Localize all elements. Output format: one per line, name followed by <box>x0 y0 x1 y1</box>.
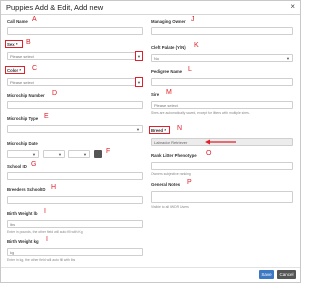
close-icon[interactable]: × <box>290 2 295 11</box>
annotation-h: H <box>51 184 57 191</box>
color-placeholder: Please select <box>10 80 34 85</box>
annotation-n: N <box>177 125 183 132</box>
color-label: Color * <box>7 68 22 73</box>
annotation-o: O <box>206 150 212 157</box>
annotation-l: L <box>188 66 192 73</box>
general-notes-help: Visible to all IWDR Users <box>151 205 189 209</box>
chevron-down-icon: ▼ <box>136 127 140 132</box>
birth-weight-kg-help: Enter in kg, the other field will auto f… <box>7 258 76 262</box>
breeders-school-id-input[interactable] <box>7 196 143 204</box>
chevron-down-icon: ▼ <box>83 152 87 157</box>
birth-weight-lb-label: Birth Weight lb <box>7 211 38 216</box>
dialog-titlebar: Puppies Add & Edit, Add new × <box>1 1 300 15</box>
microchip-number-input[interactable] <box>7 101 143 109</box>
cleft-palate-value: No <box>154 56 160 61</box>
microchip-type-label: Microchip Type <box>7 116 39 121</box>
annotation-e: E <box>44 113 49 120</box>
birth-weight-kg-label: Birth Weight kg <box>7 239 39 244</box>
birth-weight-lb-input[interactable]: lbs <box>7 220 143 228</box>
sex-label: Sex * <box>7 42 18 47</box>
microchip-type-select[interactable]: ▼ <box>7 125 143 133</box>
sex-placeholder: Please select <box>10 54 34 59</box>
sire-label: Sire <box>151 92 160 97</box>
chevron-down-icon[interactable]: ▼ <box>137 80 141 85</box>
cancel-button[interactable]: Cancel <box>277 270 296 279</box>
chevron-down-icon: ▼ <box>32 152 36 157</box>
cleft-palate-select[interactable]: No ▼ <box>151 54 293 62</box>
school-id-input[interactable] <box>7 172 143 180</box>
call-name-input[interactable] <box>7 27 143 35</box>
sex-caret-highlight: ▼ <box>135 51 143 61</box>
pedigree-name-input[interactable] <box>151 78 293 86</box>
annotation-i-kg: I <box>46 236 48 243</box>
dialog-title: Puppies Add & Edit, Add new <box>6 3 104 12</box>
managing-owner-label: Managing Owner <box>151 19 186 24</box>
annotation-j: J <box>191 16 195 23</box>
managing-owner-input[interactable] <box>151 27 293 35</box>
microchip-year-select[interactable]: ▼ <box>68 150 90 158</box>
annotation-d: D <box>52 90 58 97</box>
microchip-month-select[interactable]: ▼ <box>43 150 65 158</box>
kg-placeholder: kg <box>10 250 15 255</box>
rank-litter-phenotype-input[interactable] <box>151 162 293 170</box>
rank-litter-phenotype-label: Rank Litter Phenotype <box>151 153 197 158</box>
microchip-day-select[interactable]: ▼ <box>7 150 39 158</box>
annotation-p: P <box>187 179 192 186</box>
birth-weight-kg-input[interactable]: kg <box>7 248 143 256</box>
annotation-m: M <box>166 89 172 96</box>
breeders-school-id-label: Breeders SchoolID <box>7 187 46 192</box>
puppy-dialog: Puppies Add & Edit, Add new × Call Name … <box>0 0 301 283</box>
school-id-label: School ID <box>7 164 27 169</box>
annotation-a: A <box>32 16 37 23</box>
annotation-k: K <box>194 42 199 49</box>
cleft-palate-label: Cleft Palate (Y/N) <box>151 45 186 50</box>
calendar-icon[interactable] <box>94 150 102 158</box>
sire-placeholder: Please select <box>154 103 178 108</box>
dialog-footer-divider <box>1 267 300 268</box>
save-button[interactable]: Save <box>259 270 274 279</box>
sex-select[interactable]: Please select <box>7 52 136 60</box>
annotation-f: F <box>106 148 111 155</box>
arrow-left-icon <box>205 139 236 145</box>
breed-label: Breed * <box>151 128 167 133</box>
annotation-c: C <box>32 65 38 72</box>
microchip-number-label: Microchip Number <box>7 93 45 98</box>
lb-placeholder: lbs <box>10 222 16 227</box>
chevron-down-icon: ▼ <box>58 152 62 157</box>
annotation-i: I <box>44 208 46 215</box>
sire-select[interactable]: Please select <box>151 101 293 109</box>
general-notes-textarea[interactable] <box>151 191 293 203</box>
microchip-date-label: Microchip Date <box>7 141 38 146</box>
annotation-b: B <box>26 39 31 46</box>
sire-help: Sires are automatically saved, except fo… <box>151 111 250 115</box>
call-name-label: Call Name <box>7 19 28 24</box>
chevron-down-icon: ▼ <box>286 56 290 61</box>
chevron-down-icon[interactable]: ▼ <box>137 54 141 59</box>
birth-weight-lb-help: Enter in pounds, the other field will au… <box>7 230 83 234</box>
rank-litter-phenotype-help: Owners subjective ranking <box>151 172 191 176</box>
color-caret-highlight: ▼ <box>135 77 143 87</box>
general-notes-label: General Notes <box>151 182 181 187</box>
breed-value: Labrador Retriever <box>154 140 188 145</box>
pedigree-name-label: Pedigree Name <box>151 69 183 74</box>
color-select[interactable]: Please select <box>7 78 136 86</box>
annotation-g: G <box>31 161 37 168</box>
